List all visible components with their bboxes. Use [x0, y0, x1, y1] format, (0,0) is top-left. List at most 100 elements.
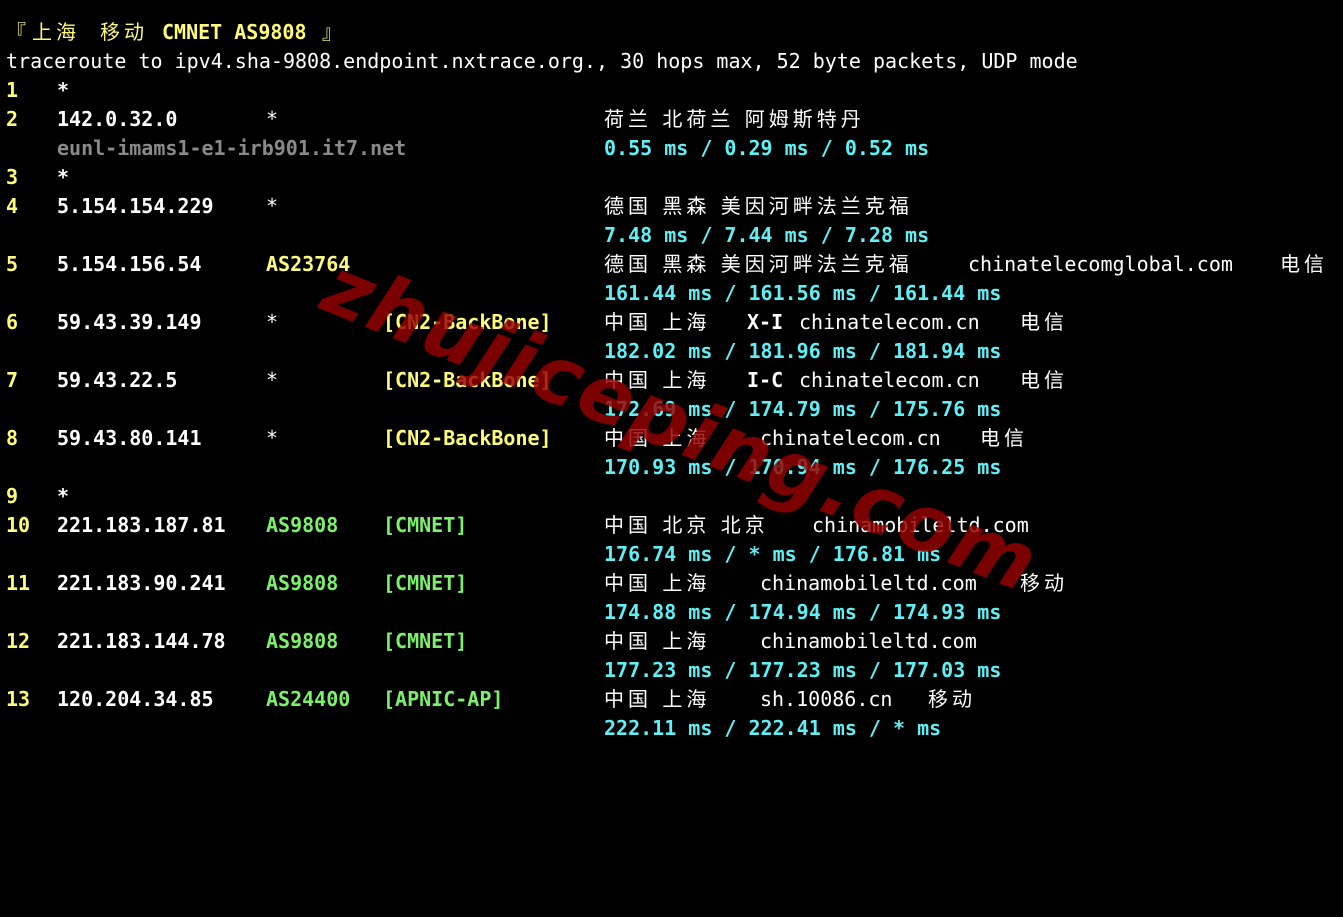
bracket-open: 『 [6, 20, 26, 44]
hop-domain: chinamobileltd.com [760, 629, 977, 653]
hop-number: 1 [6, 78, 19, 102]
hop-number: 5 [6, 252, 19, 276]
hop-geo: 荷兰 北荷兰 阿姆斯特丹 [604, 107, 865, 131]
hop-label: X-I [747, 310, 784, 334]
hop-rtt: 170.93 ms / 170.94 ms / 176.25 ms [604, 455, 1002, 479]
hop-rtt: 174.88 ms / 174.94 ms / 174.93 ms [604, 600, 1002, 624]
hop-geo: 德国 黑森 美因河畔法兰克福 [604, 194, 913, 218]
hop-detail-row: 7.48 ms / 7.44 ms / 7.28 ms [0, 221, 1343, 250]
hop-row: 3 * [0, 163, 1343, 192]
title-city: 上海 [32, 20, 80, 44]
hop-ip: 5.154.156.54 [57, 252, 202, 276]
hop-number: 10 [6, 513, 31, 537]
hop-tag: [CMNET] [383, 571, 468, 595]
hop-row: 9 * [0, 482, 1343, 511]
hop-number: 8 [6, 426, 19, 450]
hop-number: 6 [6, 310, 19, 334]
hop-asn: * [266, 107, 279, 131]
hop-ip: 221.183.144.78 [57, 629, 226, 653]
hop-number: 9 [6, 484, 19, 508]
hop-hostname: eunl-imams1-e1-irb901.it7.net [57, 136, 407, 160]
bracket-close: 』 [322, 20, 342, 44]
hop-label: I-C [747, 368, 784, 392]
traceroute-command: traceroute to ipv4.sha-9808.endpoint.nxt… [6, 49, 1078, 73]
hop-row: 2 142.0.32.0 * 荷兰 北荷兰 阿姆斯特丹 [0, 105, 1343, 134]
hop-asn: AS24400 [266, 687, 351, 711]
hop-number: 2 [6, 107, 19, 131]
hop-tag: [CN2-BackBone] [383, 368, 552, 392]
command-line: traceroute to ipv4.sha-9808.endpoint.nxt… [0, 47, 1343, 76]
hop-geo: 中国 上海 [604, 426, 711, 450]
hop-ip: 59.43.80.141 [57, 426, 202, 450]
hop-number: 4 [6, 194, 19, 218]
hop-detail-row: 174.88 ms / 174.94 ms / 174.93 ms [0, 598, 1343, 627]
hop-detail-row: 176.74 ms / * ms / 176.81 ms [0, 540, 1343, 569]
hop-rtt: 161.44 ms / 161.56 ms / 161.44 ms [604, 281, 1002, 305]
hop-rtt: 172.69 ms / 174.79 ms / 175.76 ms [604, 397, 1002, 421]
hop-row: 1 * [0, 76, 1343, 105]
hop-geo: 德国 黑森 美因河畔法兰克福 [604, 252, 913, 276]
hop-ip: 142.0.32.0 [57, 107, 178, 131]
hop-tag: [CN2-BackBone] [383, 310, 552, 334]
hop-owner: 移动 [928, 687, 976, 711]
hop-domain: chinamobileltd.com [812, 513, 1029, 537]
hop-owner: 电信 [1020, 368, 1068, 392]
hop-detail-row: 177.23 ms / 177.23 ms / 177.03 ms [0, 656, 1343, 685]
hop-detail-row: 182.02 ms / 181.96 ms / 181.94 ms [0, 337, 1343, 366]
hop-number: 11 [6, 571, 31, 595]
hop-detail-row: 172.69 ms / 174.79 ms / 175.76 ms [0, 395, 1343, 424]
hop-rtt: 182.02 ms / 181.96 ms / 181.94 ms [604, 339, 1002, 363]
hop-ip: 59.43.39.149 [57, 310, 202, 334]
hop-row: 4 5.154.154.229 * 德国 黑森 美因河畔法兰克福 [0, 192, 1343, 221]
hop-ip: 5.154.154.229 [57, 194, 214, 218]
hop-ip: 120.204.34.85 [57, 687, 214, 711]
hop-geo: 中国 上海 [604, 310, 711, 334]
hop-asn: AS23764 [266, 252, 351, 276]
hop-geo: 中国 上海 [604, 629, 711, 653]
hop-detail-row: eunl-imams1-e1-irb901.it7.net 0.55 ms / … [0, 134, 1343, 163]
hop-detail-row: 222.11 ms / 222.41 ms / * ms [0, 714, 1343, 743]
hop-ip: 221.183.90.241 [57, 571, 226, 595]
hop-detail-row: 170.93 ms / 170.94 ms / 176.25 ms [0, 453, 1343, 482]
hop-owner: 电信 [980, 426, 1028, 450]
hop-ip: 59.43.22.5 [57, 368, 178, 392]
hop-ip: * [57, 484, 70, 508]
hop-domain: chinatelecomglobal.com [968, 252, 1233, 276]
hop-owner: 电信 [1020, 310, 1068, 334]
hop-geo: 中国 北京 北京 [604, 513, 769, 537]
hop-asn: AS9808 [266, 629, 339, 653]
hop-tag: [CMNET] [383, 629, 468, 653]
hop-geo: 中国 上海 [604, 571, 711, 595]
hop-rtt: 177.23 ms / 177.23 ms / 177.03 ms [604, 658, 1002, 682]
hop-owner: 电信 [1280, 252, 1328, 276]
hop-ip: 221.183.187.81 [57, 513, 226, 537]
hop-owner: 移动 [1020, 571, 1068, 595]
hop-row: 10 221.183.187.81 AS9808 [CMNET] 中国 北京 北… [0, 511, 1343, 540]
hop-number: 3 [6, 165, 19, 189]
hop-row: 13 120.204.34.85 AS24400 [APNIC-AP] 中国 上… [0, 685, 1343, 714]
hop-asn: AS9808 [266, 571, 339, 595]
hop-rtt: 176.74 ms / * ms / 176.81 ms [604, 542, 942, 566]
hop-asn: * [266, 194, 279, 218]
hop-domain: chinamobileltd.com [760, 571, 977, 595]
hop-row: 8 59.43.80.141 * [CN2-BackBone] 中国 上海 ch… [0, 424, 1343, 453]
hop-rtt: 222.11 ms / 222.41 ms / * ms [604, 716, 942, 740]
hop-number: 12 [6, 629, 31, 653]
hop-asn: * [266, 426, 279, 450]
hop-ip: * [57, 78, 70, 102]
hop-tag: [CMNET] [383, 513, 468, 537]
hop-row: 7 59.43.22.5 * [CN2-BackBone] 中国 上海 I-C … [0, 366, 1343, 395]
hop-asn: * [266, 368, 279, 392]
title-isp: 移动 [100, 20, 148, 44]
hop-domain: chinatelecom.cn [760, 426, 941, 450]
hop-rtt: 0.55 ms / 0.29 ms / 0.52 ms [604, 136, 930, 160]
hop-domain: chinatelecom.cn [799, 310, 980, 334]
hop-asn: AS9808 [266, 513, 339, 537]
hop-asn: * [266, 310, 279, 334]
hop-rtt: 7.48 ms / 7.44 ms / 7.28 ms [604, 223, 930, 247]
hop-detail-row: 161.44 ms / 161.56 ms / 161.44 ms [0, 279, 1343, 308]
hop-number: 7 [6, 368, 19, 392]
hop-geo: 中国 上海 [604, 687, 711, 711]
hop-number: 13 [6, 687, 31, 711]
hop-ip: * [57, 165, 70, 189]
